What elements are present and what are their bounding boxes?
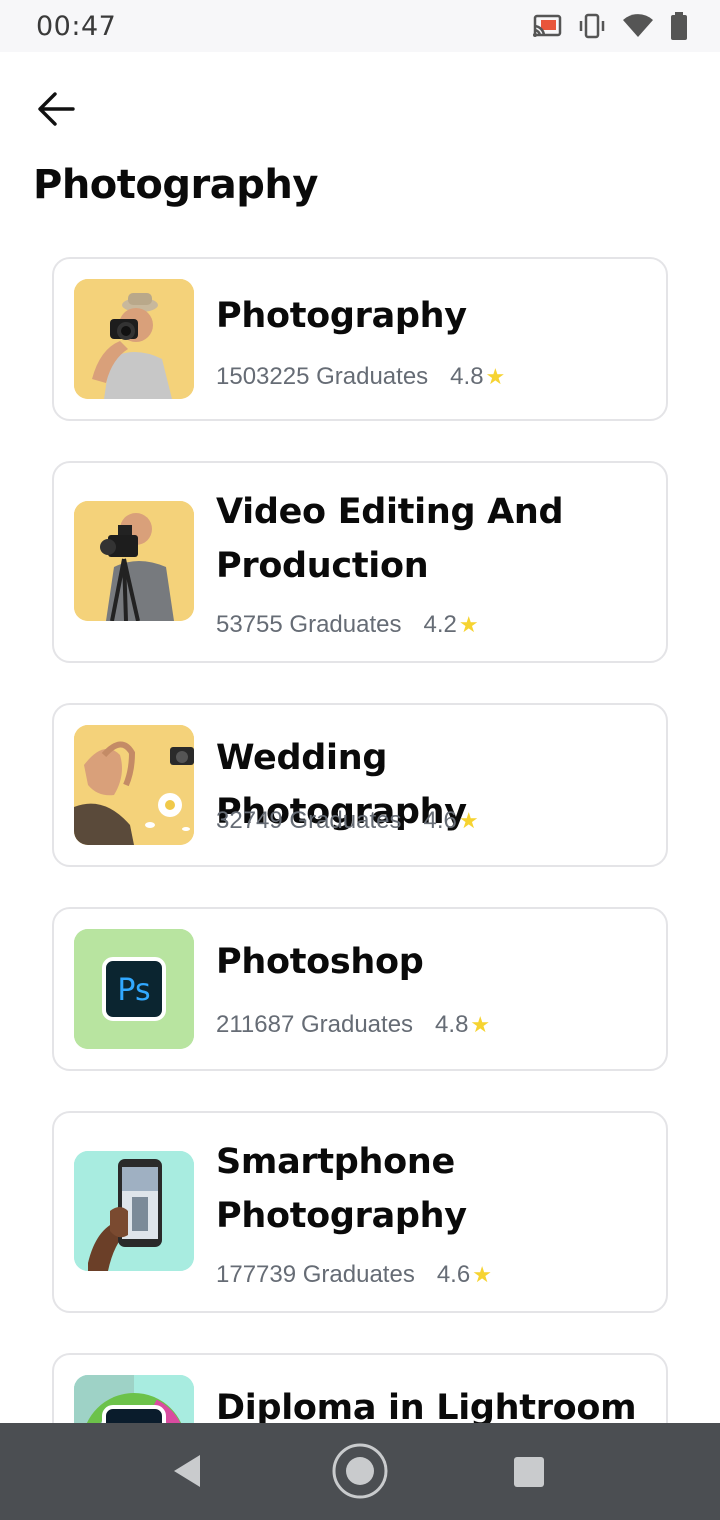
vibrate-icon [578, 13, 606, 39]
photoshop-logo-icon: Ps [74, 929, 194, 1049]
smartphone-image [74, 1151, 194, 1271]
circle-home-icon [332, 1443, 388, 1499]
nav-home-button[interactable] [330, 1441, 390, 1501]
graduates-count: 53755 Graduates [216, 611, 402, 638]
star-icon: ★ [485, 364, 506, 389]
course-rating: 4.6 [436, 1261, 471, 1288]
course-meta: 32749 Graduates 4.6 ★ [216, 807, 479, 835]
course-title: Photoshop [216, 942, 424, 982]
lightroom-image [74, 1375, 194, 1423]
wedding-image [74, 725, 194, 845]
page-title: Photography [33, 162, 318, 208]
course-meta: 177739 Graduates 4.6 ★ [216, 1261, 492, 1289]
course-rating: 4.8 [450, 363, 484, 390]
graduates-count: 32749 Graduates [216, 807, 402, 834]
course-meta: 211687 Graduates 4.8 ★ [216, 1011, 490, 1039]
star-icon: ★ [472, 1262, 492, 1287]
graduates-count: 1503225 Graduates [216, 363, 429, 390]
triangle-back-icon [174, 1455, 200, 1487]
course-card-diploma-lightroom[interactable]: Diploma in Lightroom [52, 1353, 668, 1423]
square-recents-icon [514, 1457, 544, 1487]
nav-recents-button[interactable] [512, 1455, 546, 1489]
course-title: Smartphone Photography [216, 1142, 467, 1236]
course-meta: 1503225 Graduates 4.8 ★ [216, 363, 505, 391]
course-list[interactable]: Photography 1503225 Graduates 4.8 ★ Vide… [52, 257, 668, 1423]
course-title: Video Editing And Production [216, 492, 564, 586]
course-title: Photography [216, 296, 467, 336]
videographer-image [74, 501, 194, 621]
course-thumbnail [74, 725, 194, 845]
course-card-wedding-photography[interactable]: Wedding Photography 32749 Graduates 4.6 … [52, 703, 668, 867]
course-thumbnail [74, 501, 194, 621]
star-icon: ★ [470, 1012, 491, 1037]
course-thumbnail [74, 279, 194, 399]
system-nav-bar [0, 1423, 720, 1520]
status-bar: 00:47 [0, 0, 720, 52]
arrow-left-icon [38, 92, 75, 126]
status-icons [532, 12, 688, 40]
status-time: 00:47 [36, 11, 117, 42]
wifi-icon [622, 13, 654, 39]
battery-icon [670, 12, 688, 40]
course-card-video-editing[interactable]: Video Editing And Production 53755 Gradu… [52, 461, 668, 663]
course-card-photoshop[interactable]: Ps Photoshop 211687 Graduates 4.8 ★ [52, 907, 668, 1071]
cast-icon [532, 14, 562, 38]
course-card-photography[interactable]: Photography 1503225 Graduates 4.8 ★ [52, 257, 668, 421]
course-meta: 53755 Graduates 4.2 ★ [216, 611, 479, 639]
back-button[interactable] [30, 86, 82, 132]
photoshop-logo-label: Ps [117, 973, 150, 1008]
course-rating: 4.6 [423, 807, 457, 834]
course-rating: 4.2 [423, 611, 457, 638]
graduates-count: 177739 Graduates [216, 1261, 415, 1288]
course-thumbnail [74, 1151, 194, 1271]
star-icon: ★ [458, 808, 479, 833]
course-card-smartphone-photography[interactable]: Smartphone Photography 177739 Graduates … [52, 1111, 668, 1313]
course-rating: 4.8 [435, 1011, 469, 1038]
photographer-image [74, 279, 194, 399]
graduates-count: 211687 Graduates [216, 1011, 414, 1038]
course-thumbnail: Ps [74, 929, 194, 1049]
star-icon: ★ [458, 612, 479, 637]
course-thumbnail [74, 1375, 194, 1423]
nav-back-button[interactable] [168, 1451, 208, 1491]
course-title: Diploma in Lightroom [216, 1388, 637, 1423]
